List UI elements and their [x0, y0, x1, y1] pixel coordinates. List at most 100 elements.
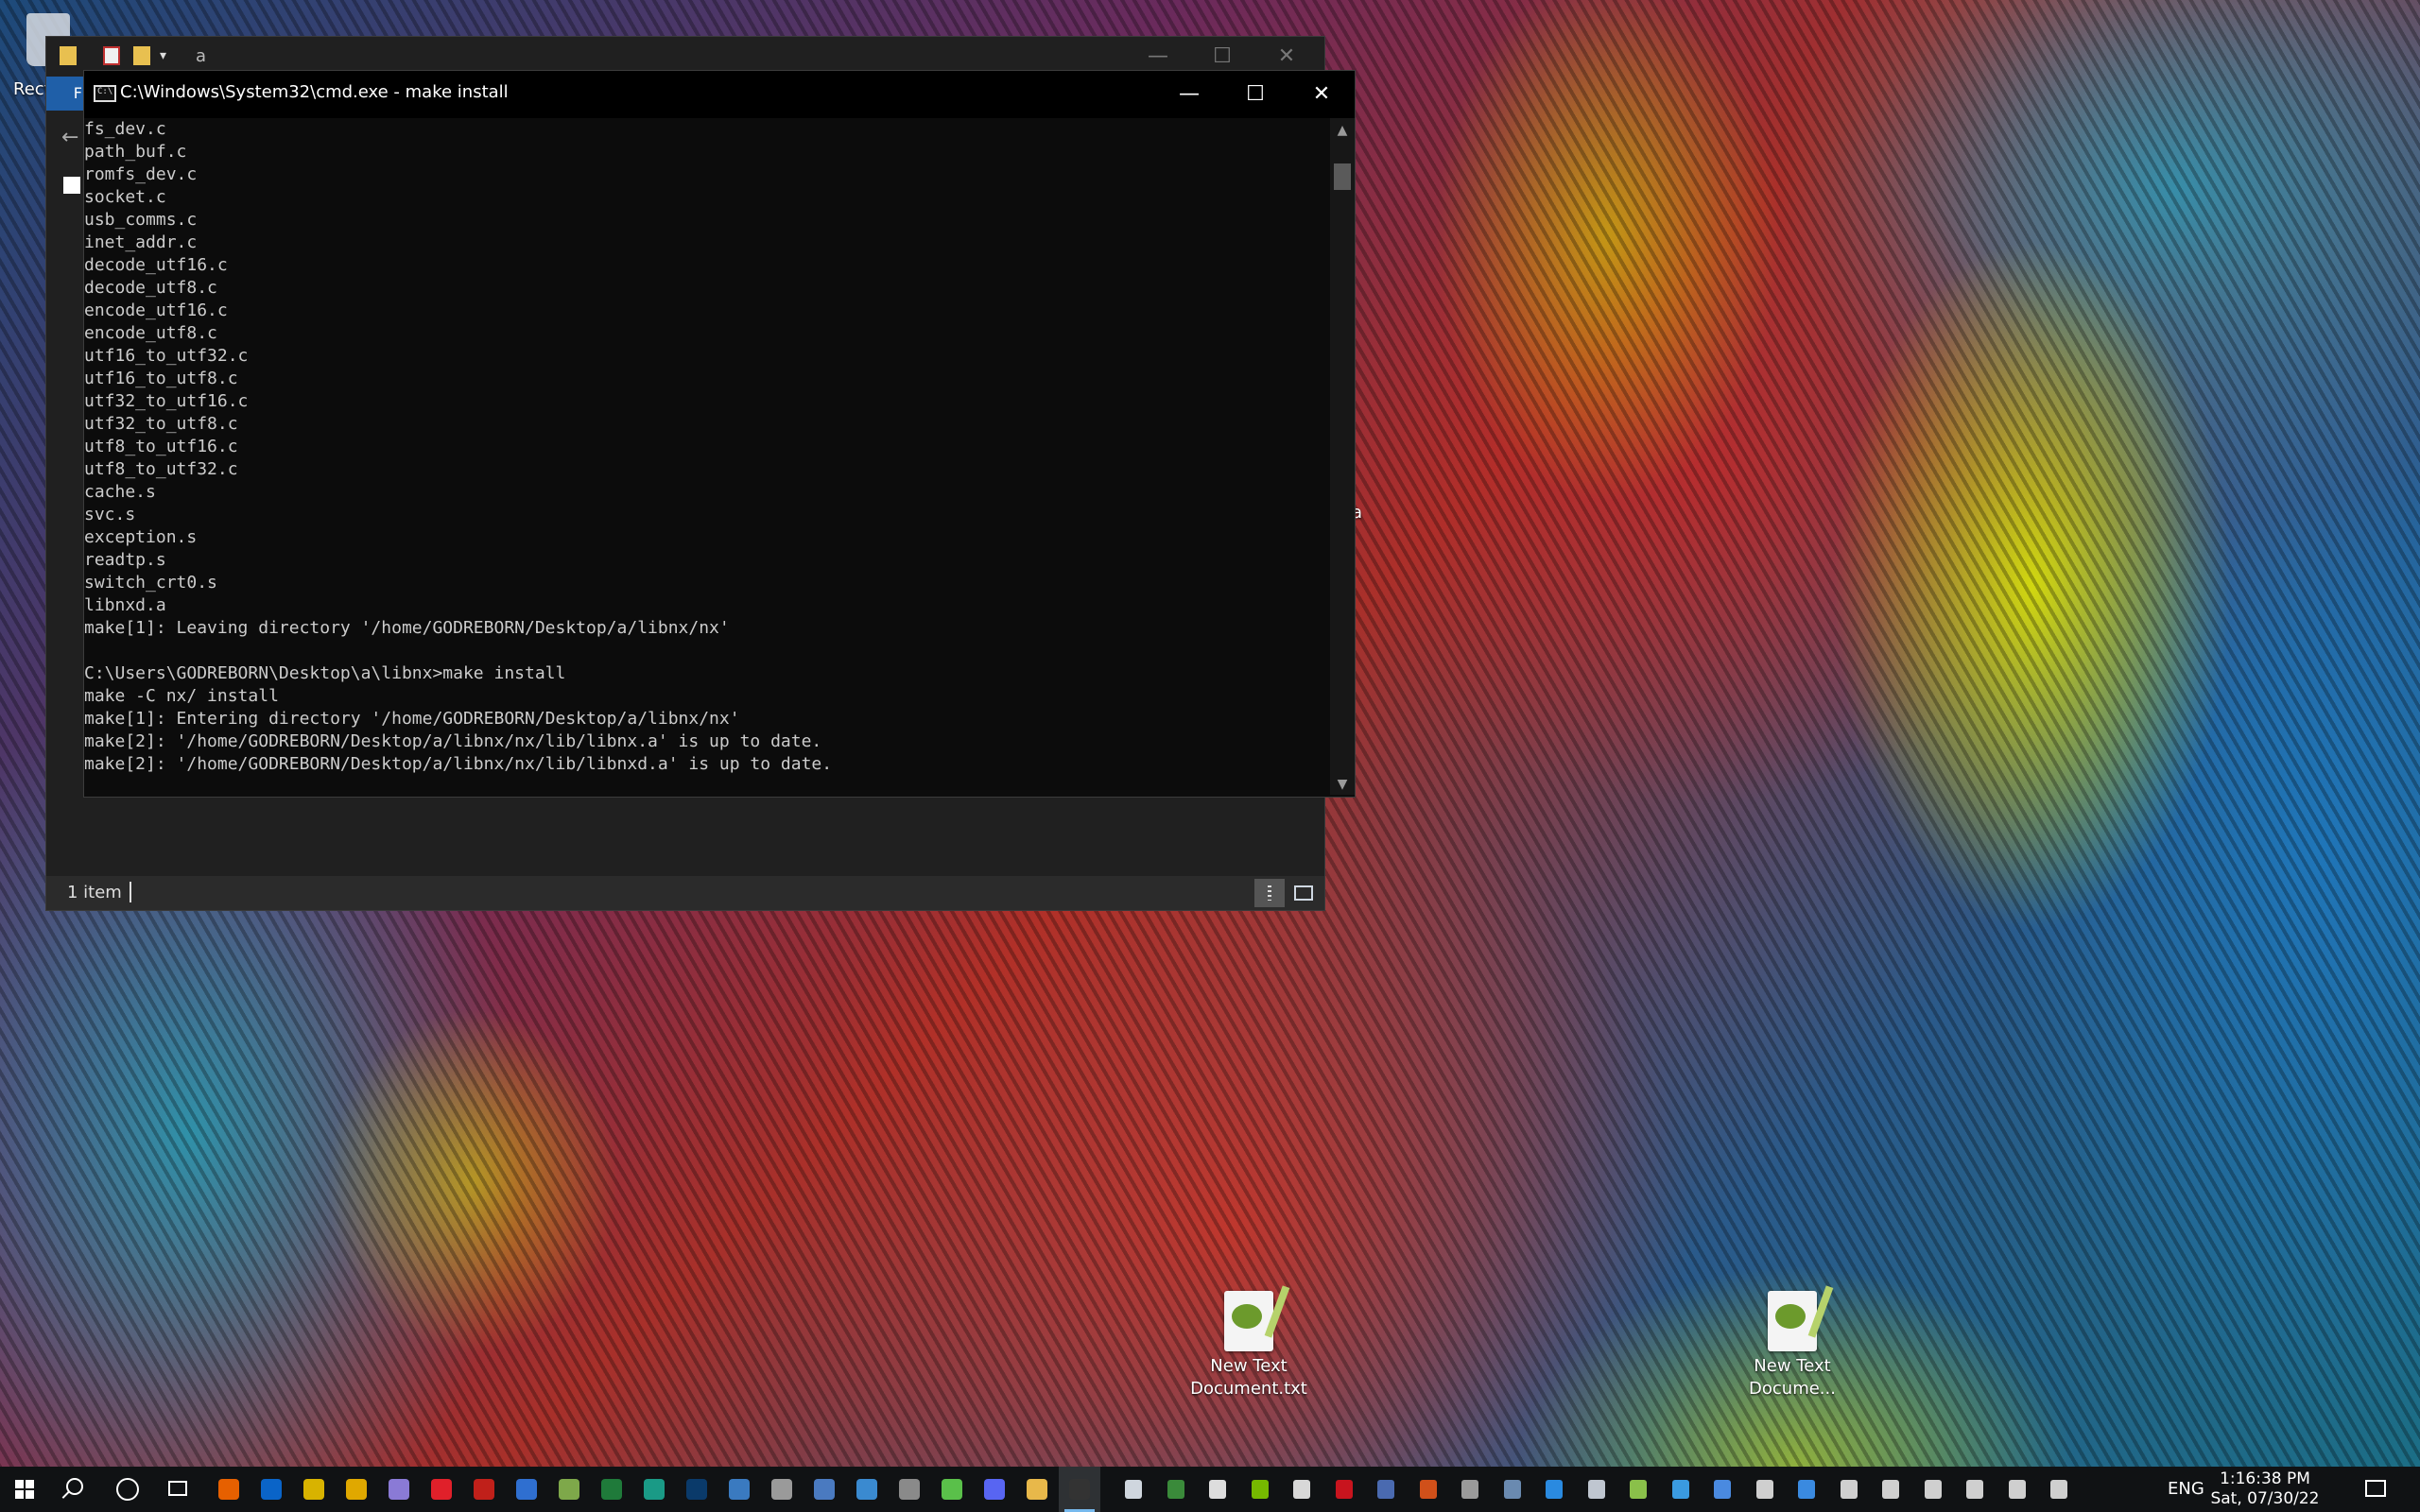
checkbox[interactable] [63, 177, 80, 194]
start-button[interactable] [4, 1467, 45, 1512]
dots-icon[interactable] [1630, 1480, 1647, 1499]
steam-icon[interactable] [1587, 1480, 1605, 1499]
action-center-icon[interactable] [2365, 1480, 2386, 1497]
cortana-button[interactable] [106, 1467, 147, 1512]
item-count: 1 item [67, 883, 122, 902]
network-icon[interactable] [1966, 1480, 1983, 1499]
details-view-button[interactable] [1254, 879, 1285, 907]
ribbon-file-tab[interactable]: F [46, 77, 86, 111]
taskbar-app-opera[interactable] [421, 1467, 462, 1512]
explorer-maximize-button[interactable]: ☐ [1194, 41, 1251, 73]
ai-icon [303, 1479, 324, 1500]
nvidia-icon[interactable] [1251, 1480, 1269, 1499]
taskbar-app-calculator[interactable] [804, 1467, 845, 1512]
folder-icon [60, 46, 77, 65]
cmd-titlebar[interactable]: C:\Windows\System32\cmd.exe - make insta… [84, 71, 1355, 118]
taskbar-app-chrome[interactable] [336, 1467, 377, 1512]
discord-icon [984, 1479, 1005, 1500]
bluetooth-icon[interactable] [1798, 1480, 1815, 1499]
clock-time: 1:16:38 PM [2220, 1469, 2310, 1488]
console-line: readtp.s [84, 550, 166, 570]
taskbar-app-snipping[interactable] [846, 1467, 888, 1512]
taskbar-app-outlook[interactable] [251, 1467, 292, 1512]
desktop-file-label-line1: New Text [1210, 1356, 1288, 1376]
cmd-minimize-button[interactable]: — [1156, 71, 1222, 118]
globe-tray-icon[interactable] [1714, 1480, 1731, 1499]
taskbar-app-filezilla[interactable] [463, 1467, 505, 1512]
cmd-maximize-button[interactable]: ☐ [1222, 71, 1288, 118]
properties-icon[interactable] [103, 46, 120, 65]
pen-app-icon [942, 1479, 962, 1500]
adobe-icon[interactable] [1335, 1480, 1353, 1499]
desktop-file-new-text-document[interactable]: New Text Document.txt [1183, 1291, 1315, 1400]
input-language-indicator[interactable]: ENG [2168, 1467, 2204, 1512]
scroll-down-arrow-icon[interactable]: ▼ [1330, 774, 1355, 795]
new-folder-icon[interactable] [133, 46, 150, 65]
back-arrow-icon[interactable]: ← [61, 126, 78, 149]
console-line: usb_comms.c [84, 210, 198, 230]
notepad-document-icon [1768, 1291, 1817, 1351]
keyboard-icon [771, 1479, 792, 1500]
bolt-icon[interactable] [1546, 1480, 1563, 1499]
cmd-title: C:\Windows\System32\cmd.exe - make insta… [120, 82, 509, 102]
display-icon[interactable] [1503, 1480, 1521, 1499]
taskbar-app-monitor-app[interactable] [633, 1467, 675, 1512]
console-line: utf8_to_utf32.c [84, 459, 238, 479]
ccleaner-icon[interactable] [1419, 1480, 1437, 1499]
taskbar-app-firefox[interactable] [208, 1467, 250, 1512]
cpuid-icon[interactable] [1167, 1480, 1184, 1499]
download-icon[interactable] [1755, 1480, 1773, 1499]
taskbar-app-blue-app[interactable] [506, 1467, 547, 1512]
taskbar-app-excel-x[interactable] [591, 1467, 632, 1512]
blue-app-icon [516, 1479, 537, 1500]
large-icons-view-icon [1294, 885, 1313, 901]
console-output[interactable]: fs_dev.c path_buf.c romfs_dev.c socket.c usb… [84, 118, 1330, 795]
console-line: fs_dev.c [84, 119, 166, 139]
console-line: path_buf.c [84, 142, 187, 162]
volume-icon[interactable] [2008, 1480, 2026, 1499]
console-line: libnxd.a [84, 595, 166, 615]
taskbar-app-rocket[interactable] [378, 1467, 420, 1512]
excel-x-icon [601, 1479, 622, 1500]
taskbar-app-cmd[interactable] [1059, 1467, 1100, 1512]
task-view-button[interactable] [157, 1467, 199, 1512]
large-icons-view-button[interactable] [1288, 879, 1319, 907]
lifebuoy-icon[interactable] [1671, 1480, 1689, 1499]
console-scrollbar[interactable]: ▲ ▼ [1330, 118, 1355, 795]
scroll-up-arrow-icon[interactable]: ▲ [1330, 120, 1355, 141]
desktop-file-new-text-document-2[interactable]: New Text Docume... [1726, 1291, 1858, 1400]
console-line: socket.c [84, 187, 166, 207]
scroll-thumb[interactable] [1334, 163, 1351, 190]
console-line: make[2]: '/home/GODREBORN/Desktop/a/libn… [84, 754, 833, 774]
printer-icon[interactable] [1461, 1480, 1478, 1499]
battery-icon[interactable] [1924, 1480, 1942, 1499]
taskbar-app-photoshop[interactable] [676, 1467, 717, 1512]
cmd-app-icon[interactable] [94, 85, 116, 102]
taskbar-app-remote-desktop[interactable] [718, 1467, 760, 1512]
taskbar-app-pen-app[interactable] [931, 1467, 973, 1512]
cmd-close-button[interactable]: ✕ [1288, 71, 1355, 118]
explorer-title: a [196, 46, 207, 66]
shield-icon[interactable] [1840, 1480, 1858, 1499]
java-icon[interactable] [1293, 1480, 1310, 1499]
font-app-icon[interactable] [1377, 1480, 1394, 1499]
customize-quick-access-icon[interactable]: ▾ [160, 46, 177, 65]
taskbar-app-cursor-app[interactable] [889, 1467, 930, 1512]
cmd-icon [1069, 1479, 1090, 1500]
command-prompt-window[interactable]: C:\Windows\System32\cmd.exe - make insta… [83, 70, 1356, 798]
opera-icon [431, 1479, 452, 1500]
taskbar-app-gear-app[interactable] [548, 1467, 590, 1512]
search-button[interactable] [55, 1467, 96, 1512]
explorer-minimize-button[interactable]: — [1130, 41, 1186, 73]
taskbar-app-keyboard[interactable] [761, 1467, 803, 1512]
meet-icon[interactable] [1882, 1480, 1899, 1499]
onedrive-icon[interactable] [1125, 1480, 1142, 1499]
clock[interactable]: 1:16:38 PM Sat, 07/30/22 [2208, 1469, 2322, 1509]
discord-tray-icon[interactable] [1209, 1480, 1226, 1499]
taskbar-app-ai[interactable] [293, 1467, 335, 1512]
taskbar-app-file-explorer[interactable] [1016, 1467, 1058, 1512]
usb-icon[interactable] [2050, 1480, 2067, 1499]
taskbar-app-discord[interactable] [974, 1467, 1015, 1512]
explorer-close-button[interactable]: ✕ [1258, 41, 1315, 73]
console-line: make[1]: Leaving directory '/home/GODREB… [84, 618, 730, 638]
